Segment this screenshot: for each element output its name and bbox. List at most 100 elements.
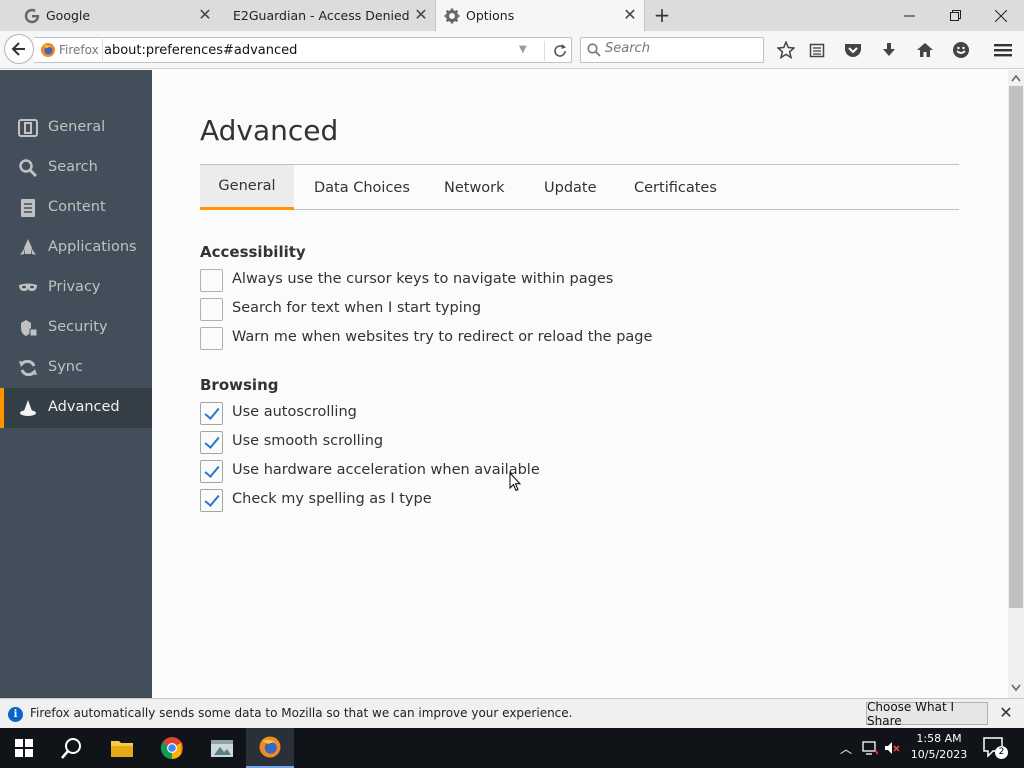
sidebar-item-security[interactable]: Security — [0, 308, 152, 348]
pocket-button[interactable] — [843, 40, 863, 60]
tab-data-choices[interactable]: Data Choices — [314, 165, 410, 210]
applications-icon — [20, 239, 36, 255]
separator — [102, 39, 103, 63]
new-tab-button[interactable]: + — [652, 5, 672, 25]
close-tab-icon[interactable]: ✕ — [413, 7, 429, 23]
checkbox-label: Check my spelling as I type — [232, 491, 432, 507]
browsing-heading: Browsing — [200, 376, 279, 394]
folder-icon — [111, 741, 133, 757]
checkbox-box[interactable] — [200, 489, 223, 512]
volume-muted-icon[interactable] — [884, 741, 900, 755]
taskbar-search-button[interactable] — [48, 728, 96, 768]
start-button[interactable] — [0, 728, 48, 768]
minimize-button[interactable] — [886, 0, 932, 31]
preferences-sidebar: General Search Content Applications Priv… — [0, 70, 152, 698]
app-button[interactable] — [198, 728, 246, 768]
tab-certificates[interactable]: Certificates — [634, 165, 717, 210]
choose-what-i-share-button[interactable]: Choose What I Share — [866, 700, 988, 728]
autoscrolling-checkbox[interactable]: Use autoscrolling — [200, 401, 600, 425]
tab-title: Options — [466, 8, 515, 23]
close-tab-icon[interactable]: ✕ — [622, 7, 638, 23]
identity-box[interactable]: Firefox — [40, 39, 103, 63]
search-icon — [19, 159, 38, 177]
sidebar-item-search[interactable]: Search — [0, 148, 152, 188]
chevron-down-icon[interactable]: ▼ — [519, 44, 527, 55]
open-menu-button[interactable] — [993, 40, 1013, 60]
hardware-acceleration-checkbox[interactable]: Use hardware acceleration when available — [200, 459, 600, 483]
sidebar-item-content[interactable]: Content — [0, 188, 152, 228]
search-icon — [587, 43, 601, 57]
tab-title: E2Guardian - Access Denied — [233, 8, 410, 23]
chrome-button[interactable] — [148, 728, 196, 768]
sidebar-item-general[interactable]: General — [0, 108, 152, 148]
search-box[interactable] — [580, 37, 764, 63]
tab-network[interactable]: Network — [444, 165, 505, 210]
sidebar-item-privacy[interactable]: Privacy — [0, 268, 152, 308]
checkbox-box[interactable] — [200, 402, 223, 425]
network-icon[interactable] — [862, 741, 878, 755]
notification-message: Firefox automatically sends some data to… — [30, 706, 573, 720]
checkbox-label: Use hardware acceleration when available — [232, 462, 540, 478]
scroll-up-icon[interactable] — [1011, 74, 1021, 82]
back-button[interactable] — [4, 34, 34, 64]
close-tab-icon[interactable]: ✕ — [197, 7, 213, 23]
checkbox-box[interactable] — [200, 269, 223, 292]
home-icon — [917, 43, 933, 57]
search-text-typing-checkbox[interactable]: Search for text when I start typing — [200, 297, 600, 321]
tab-google[interactable]: Google ✕ — [0, 0, 219, 31]
restore-icon — [949, 10, 961, 21]
smooth-scrolling-checkbox[interactable]: Use smooth scrolling — [200, 430, 600, 454]
scrollbar-thumb[interactable] — [1009, 86, 1023, 608]
pocket-icon — [845, 44, 861, 57]
page-title: Advanced — [200, 114, 339, 147]
chrome-icon — [161, 737, 183, 759]
home-button[interactable] — [915, 40, 935, 60]
firefox-taskbar-button[interactable] — [246, 728, 294, 768]
close-icon — [995, 9, 1007, 22]
action-center-button[interactable]: 2 — [982, 736, 1008, 760]
back-arrow-icon — [11, 42, 25, 56]
chat-smiley-icon — [953, 42, 969, 58]
reload-button[interactable] — [544, 41, 574, 61]
warn-redirect-checkbox[interactable]: Warn me when websites try to redirect or… — [200, 326, 652, 350]
hello-chat-button[interactable] — [951, 40, 971, 60]
data-reporting-notification: i Firefox automatically sends some data … — [0, 698, 1024, 728]
minimize-icon — [903, 15, 915, 17]
file-explorer-button[interactable] — [98, 728, 146, 768]
bookmarks-icon — [809, 43, 825, 58]
clock-date: 10/5/2023 — [910, 748, 968, 761]
checkbox-box[interactable] — [200, 431, 223, 454]
url-text[interactable]: about:preferences#advanced — [104, 43, 297, 58]
sidebar-item-label: Advanced — [48, 399, 120, 415]
scroll-down-icon[interactable] — [1011, 684, 1021, 692]
tab-update[interactable]: Update — [544, 165, 597, 210]
google-icon — [24, 8, 40, 24]
spell-check-checkbox[interactable]: Check my spelling as I type — [200, 488, 600, 512]
firefox-icon — [41, 43, 55, 57]
downloads-button[interactable] — [879, 40, 899, 60]
checkbox-box[interactable] — [200, 460, 223, 483]
search-input[interactable] — [605, 41, 755, 56]
show-hidden-icons-icon[interactable]: ︿ — [840, 740, 852, 757]
tab-options[interactable]: Options ✕ — [435, 0, 645, 31]
taskbar-clock[interactable]: 1:58 AM 10/5/2023 — [906, 731, 972, 763]
sidebar-item-advanced[interactable]: Advanced — [0, 388, 152, 428]
bookmarks-menu-button[interactable] — [807, 40, 827, 60]
checkbox-box[interactable] — [200, 327, 223, 350]
checkbox-label: Use smooth scrolling — [232, 433, 384, 449]
tab-title: Google — [46, 8, 91, 23]
clock-time: 1:58 AM — [916, 732, 962, 745]
tab-e2guardian[interactable]: E2Guardian - Access Denied ✕ — [219, 0, 435, 31]
window-close-button[interactable] — [978, 0, 1024, 31]
close-icon[interactable]: ✕ — [998, 704, 1014, 722]
url-bar[interactable]: Firefox about:preferences#advanced ▼ — [34, 37, 572, 63]
restore-button[interactable] — [932, 0, 978, 31]
checkbox-box[interactable] — [200, 298, 223, 321]
tab-general[interactable]: General — [200, 165, 294, 210]
cursor-keys-checkbox[interactable]: Always use the cursor keys to navigate w… — [200, 268, 613, 292]
sidebar-item-sync[interactable]: Sync — [0, 348, 152, 388]
hamburger-menu-icon — [994, 44, 1012, 57]
bookmark-star-button[interactable] — [776, 40, 796, 60]
sidebar-item-applications[interactable]: Applications — [0, 228, 152, 268]
sidebar-item-label: General — [48, 119, 106, 135]
